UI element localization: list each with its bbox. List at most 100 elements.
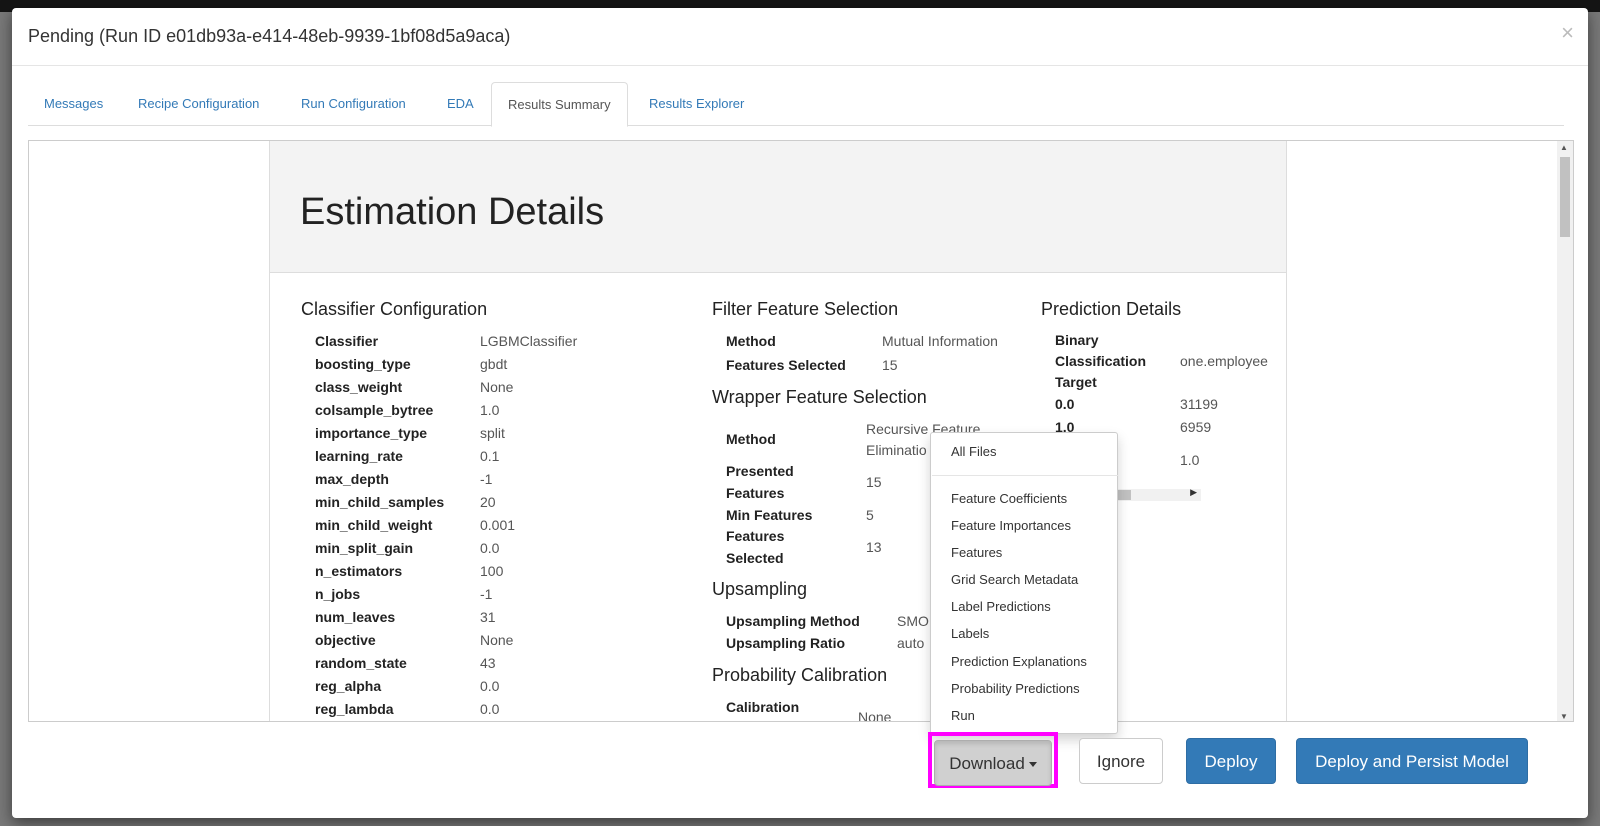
row-key: min_child_weight: [315, 517, 433, 533]
menu-item-feature-importances[interactable]: Feature Importances: [951, 518, 1071, 533]
menu-item-prediction-explanations[interactable]: Prediction Explanations: [951, 654, 1087, 669]
row-value: LGBMClassifier: [480, 333, 578, 349]
row-key: random_state: [315, 655, 407, 671]
row-value: 0.0: [480, 540, 500, 556]
row-value: 0.0: [480, 678, 500, 694]
row-key: learning_rate: [315, 448, 403, 464]
download-label: Download: [949, 754, 1025, 773]
download-button[interactable]: Download: [934, 740, 1052, 786]
row-value: 100: [480, 563, 504, 579]
tab-eda[interactable]: EDA: [431, 82, 490, 126]
caret-down-icon: [1028, 762, 1037, 768]
menu-item-feature-coefficients[interactable]: Feature Coefficients: [951, 491, 1067, 506]
row-key: importance_type: [315, 425, 428, 441]
row-value: 0.0: [480, 701, 500, 717]
row-value: 13: [866, 539, 882, 555]
row-key: Min Features: [726, 507, 813, 523]
vertical-scrollbar[interactable]: ▲ ▼: [1557, 141, 1573, 721]
tab-recipe-configuration[interactable]: Recipe Configuration: [122, 82, 275, 126]
row-key: Features Selected: [726, 357, 846, 373]
row-key: n_estimators: [315, 563, 403, 579]
row-value: 15: [866, 474, 882, 490]
row-value: 43: [480, 655, 496, 671]
row-key: min_split_gain: [315, 540, 414, 556]
row-value: 1.0: [1180, 452, 1200, 468]
row-key: max_depth: [315, 471, 389, 487]
menu-item-labels[interactable]: Labels: [951, 626, 989, 641]
row-value: split: [480, 425, 505, 441]
report-title: Estimation Details: [300, 191, 605, 233]
row-key: Presented: [726, 463, 794, 479]
estimation-report: Estimation Details Classifier Configurat…: [269, 141, 1287, 721]
row-value: Mutual Information: [882, 333, 998, 349]
upsampling-heading: Upsampling: [712, 579, 808, 599]
run-details-modal: Pending (Run ID e01db93a-e414-48eb-9939-…: [12, 8, 1588, 818]
row-value: 0.1: [480, 448, 500, 464]
tab-results-explorer[interactable]: Results Explorer: [633, 82, 760, 126]
row-key: Target: [1055, 374, 1097, 390]
row-value: 5: [866, 507, 874, 523]
row-value: auto: [897, 635, 925, 651]
row-key: reg_alpha: [315, 678, 382, 694]
filter-selection-heading: Filter Feature Selection: [712, 299, 899, 319]
wrapper-selection-heading: Wrapper Feature Selection: [712, 387, 927, 407]
row-value: SMO: [897, 613, 929, 629]
tab-results-summary[interactable]: Results Summary: [491, 82, 628, 127]
scroll-up-icon[interactable]: ▲: [1560, 143, 1568, 152]
menu-item-run[interactable]: Run: [951, 708, 975, 723]
download-menu: All Files Feature Coefficients Feature I…: [930, 432, 1118, 734]
row-key: Upsampling Ratio: [726, 635, 846, 651]
tab-run-configuration[interactable]: Run Configuration: [285, 82, 422, 126]
row-value: None: [480, 379, 514, 395]
row-key: Binary: [1055, 332, 1099, 348]
scroll-down-icon[interactable]: ▼: [1560, 712, 1568, 721]
row-value: 20: [480, 494, 496, 510]
tab-bar: Messages Recipe Configuration Run Config…: [28, 82, 1564, 127]
row-key: Method: [726, 333, 776, 349]
row-key: reg_lambda: [315, 701, 394, 717]
row-key: Selected: [726, 550, 784, 566]
row-value: -1: [480, 471, 493, 487]
menu-divider: [932, 475, 1118, 476]
row-key: min_child_samples: [315, 494, 445, 510]
scroll-right-icon[interactable]: ▶: [1190, 487, 1197, 498]
modal-header: Pending (Run ID e01db93a-e414-48eb-9939-…: [12, 8, 1588, 66]
row-value: None: [480, 632, 514, 648]
menu-item-features[interactable]: Features: [951, 545, 1002, 560]
ignore-button[interactable]: Ignore: [1079, 738, 1163, 784]
prediction-details-heading: Prediction Details: [1041, 299, 1182, 319]
row-key: boosting_type: [315, 356, 411, 372]
close-icon[interactable]: ×: [1561, 20, 1574, 46]
deploy-button[interactable]: Deploy: [1186, 738, 1276, 784]
row-key: Classification: [1055, 353, 1147, 369]
row-value: one.employee: [1180, 353, 1268, 369]
modal-title: Pending (Run ID e01db93a-e414-48eb-9939-…: [28, 26, 511, 46]
menu-item-probability-predictions[interactable]: Probability Predictions: [951, 681, 1080, 696]
row-key: class_weight: [315, 379, 403, 395]
row-key: Calibration: [726, 699, 800, 715]
row-key: Classifier: [315, 333, 379, 349]
row-key: 0.0: [1055, 396, 1075, 412]
row-value: 15: [882, 357, 898, 373]
classifier-config-heading: Classifier Configuration: [301, 299, 488, 319]
tab-messages[interactable]: Messages: [28, 82, 119, 126]
row-key: colsample_bytree: [315, 402, 434, 418]
menu-item-all-files[interactable]: All Files: [951, 444, 997, 459]
deploy-and-persist-button[interactable]: Deploy and Persist Model: [1296, 738, 1528, 784]
row-value: 31199: [1180, 396, 1218, 412]
row-value: -1: [480, 586, 493, 602]
row-value: 31: [480, 609, 496, 625]
calibration-heading: Probability Calibration: [712, 665, 888, 685]
row-value: Eliminatio: [866, 442, 927, 458]
row-value: 1.0: [480, 402, 500, 418]
row-key: Upsampling Method: [726, 613, 860, 629]
menu-item-label-predictions[interactable]: Label Predictions: [951, 599, 1051, 614]
report-header: Estimation Details: [270, 141, 1286, 273]
row-key: num_leaves: [315, 609, 396, 625]
row-key: Features: [726, 528, 785, 544]
row-key: n_jobs: [315, 586, 361, 602]
results-summary-frame[interactable]: Estimation Details Classifier Configurat…: [28, 140, 1574, 722]
scroll-thumb[interactable]: [1560, 157, 1570, 237]
row-value: gbdt: [480, 356, 508, 372]
menu-item-grid-search-metadata[interactable]: Grid Search Metadata: [951, 572, 1078, 587]
